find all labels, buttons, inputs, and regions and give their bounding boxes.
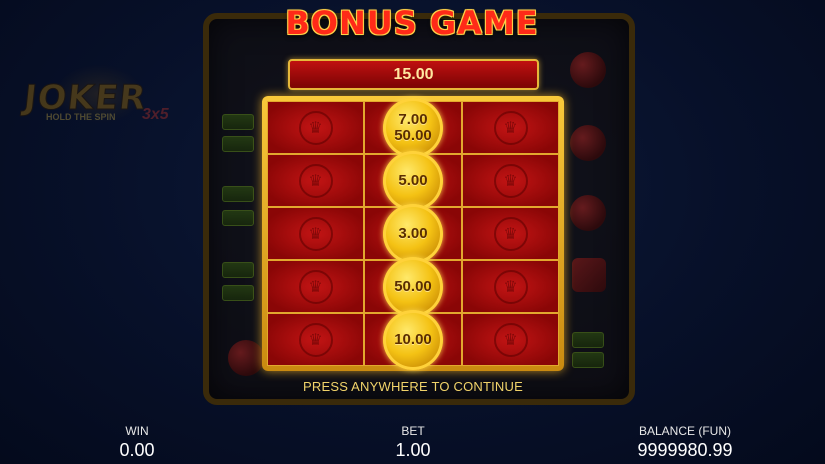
grid-cell: ♛	[267, 260, 364, 313]
joker-emblem-icon: ♛	[493, 163, 528, 198]
background-chip-icon	[222, 262, 254, 278]
joker-emblem-icon: ♛	[298, 163, 333, 198]
bonus-game-title: BONUS GAME	[285, 4, 539, 42]
background-chip-icon	[222, 136, 254, 152]
background-dice-icon	[572, 258, 606, 292]
coin-value: 50.00	[394, 126, 432, 144]
win-stat: WIN 0.00	[97, 423, 177, 461]
prize-coin: 50.00	[383, 256, 443, 317]
background-chip-icon	[572, 352, 604, 368]
prize-coin: 3.00	[383, 203, 443, 264]
background-chip-icon	[222, 210, 254, 226]
coin-value: 50.00	[394, 277, 432, 295]
bonus-total-win: 15.00	[288, 59, 539, 90]
logo-variant: 3x5	[142, 106, 169, 123]
grid-cell: ♛	[462, 260, 559, 313]
bonus-grid: ♛ 7.00 50.00 ♛ ♛ 5.00 ♛ ♛ 3.00 ♛ ♛ 50.00 ♛ ♛ 10.00 ♛	[267, 97, 559, 370]
joker-emblem-icon: ♛	[493, 269, 528, 304]
joker-emblem-icon: ♛	[298, 216, 333, 251]
coin-value: 7.00	[398, 110, 428, 128]
grid-cell: ♛	[462, 207, 559, 260]
win-label: WIN	[125, 424, 149, 438]
prize-coin: 5.00	[383, 150, 443, 211]
grid-cell: ♛	[267, 101, 364, 154]
joker-emblem-icon: ♛	[493, 216, 528, 251]
background-cherry-icon	[570, 52, 606, 88]
joker-emblem-icon: ♛	[298, 269, 333, 304]
balance-stat: BALANCE (FUN) 9999980.99	[620, 423, 750, 461]
game-logo: JOKER HOLD THE SPIN 3x5	[21, 64, 194, 138]
background-cherry-icon	[570, 125, 606, 161]
grid-cell: ♛	[267, 207, 364, 260]
continue-prompt[interactable]: PRESS ANYWHERE TO CONTINUE	[262, 379, 564, 394]
logo-subtitle: HOLD THE SPIN	[46, 112, 116, 122]
grid-cell: 10.00	[364, 309, 462, 370]
background-chip-icon	[222, 186, 254, 202]
joker-emblem-icon: ♛	[493, 322, 528, 357]
win-value: 0.00	[119, 440, 155, 460]
bonus-grid-frame: ♛ 7.00 50.00 ♛ ♛ 5.00 ♛ ♛ 3.00 ♛ ♛ 50.00 ♛ ♛ 10.00 ♛	[262, 96, 564, 371]
grid-cell: ♛	[462, 313, 559, 366]
game-screen[interactable]: JOKER HOLD THE SPIN 3x5 BONUS GAME 15.00…	[0, 0, 825, 464]
balance-value: 9999980.99	[637, 440, 733, 460]
joker-emblem-icon: ♛	[493, 110, 528, 145]
coin-value: 10.00	[394, 330, 432, 348]
prize-coin: 7.00 50.00	[383, 97, 443, 158]
background-chip-icon	[222, 114, 254, 130]
grid-cell: ♛	[267, 154, 364, 207]
background-cherry-icon	[228, 340, 264, 376]
grid-cell: ♛	[462, 101, 559, 154]
grid-cell: 5.00	[364, 150, 462, 211]
joker-emblem-icon: ♛	[298, 322, 333, 357]
grid-cell: ♛	[462, 154, 559, 207]
background-chip-icon	[572, 332, 604, 348]
grid-cell: 7.00 50.00	[364, 97, 462, 158]
balance-label: BALANCE (FUN)	[638, 424, 731, 438]
bet-label: BET	[401, 424, 425, 438]
background-cherry-icon	[570, 195, 606, 231]
joker-emblem-icon: ♛	[298, 110, 333, 145]
prize-coin: 10.00	[383, 309, 443, 370]
bet-stat: BET 1.00	[373, 423, 453, 461]
grid-cell: ♛	[267, 313, 364, 366]
grid-cell: 3.00	[364, 203, 462, 264]
background-chip-icon	[222, 285, 254, 301]
grid-cell: 50.00	[364, 256, 462, 317]
coin-value: 3.00	[398, 224, 428, 242]
stats-bar: WIN 0.00 BET 1.00 BALANCE (FUN) 9999980.…	[0, 423, 825, 464]
bet-value: 1.00	[395, 440, 431, 460]
coin-value: 5.00	[398, 171, 428, 189]
